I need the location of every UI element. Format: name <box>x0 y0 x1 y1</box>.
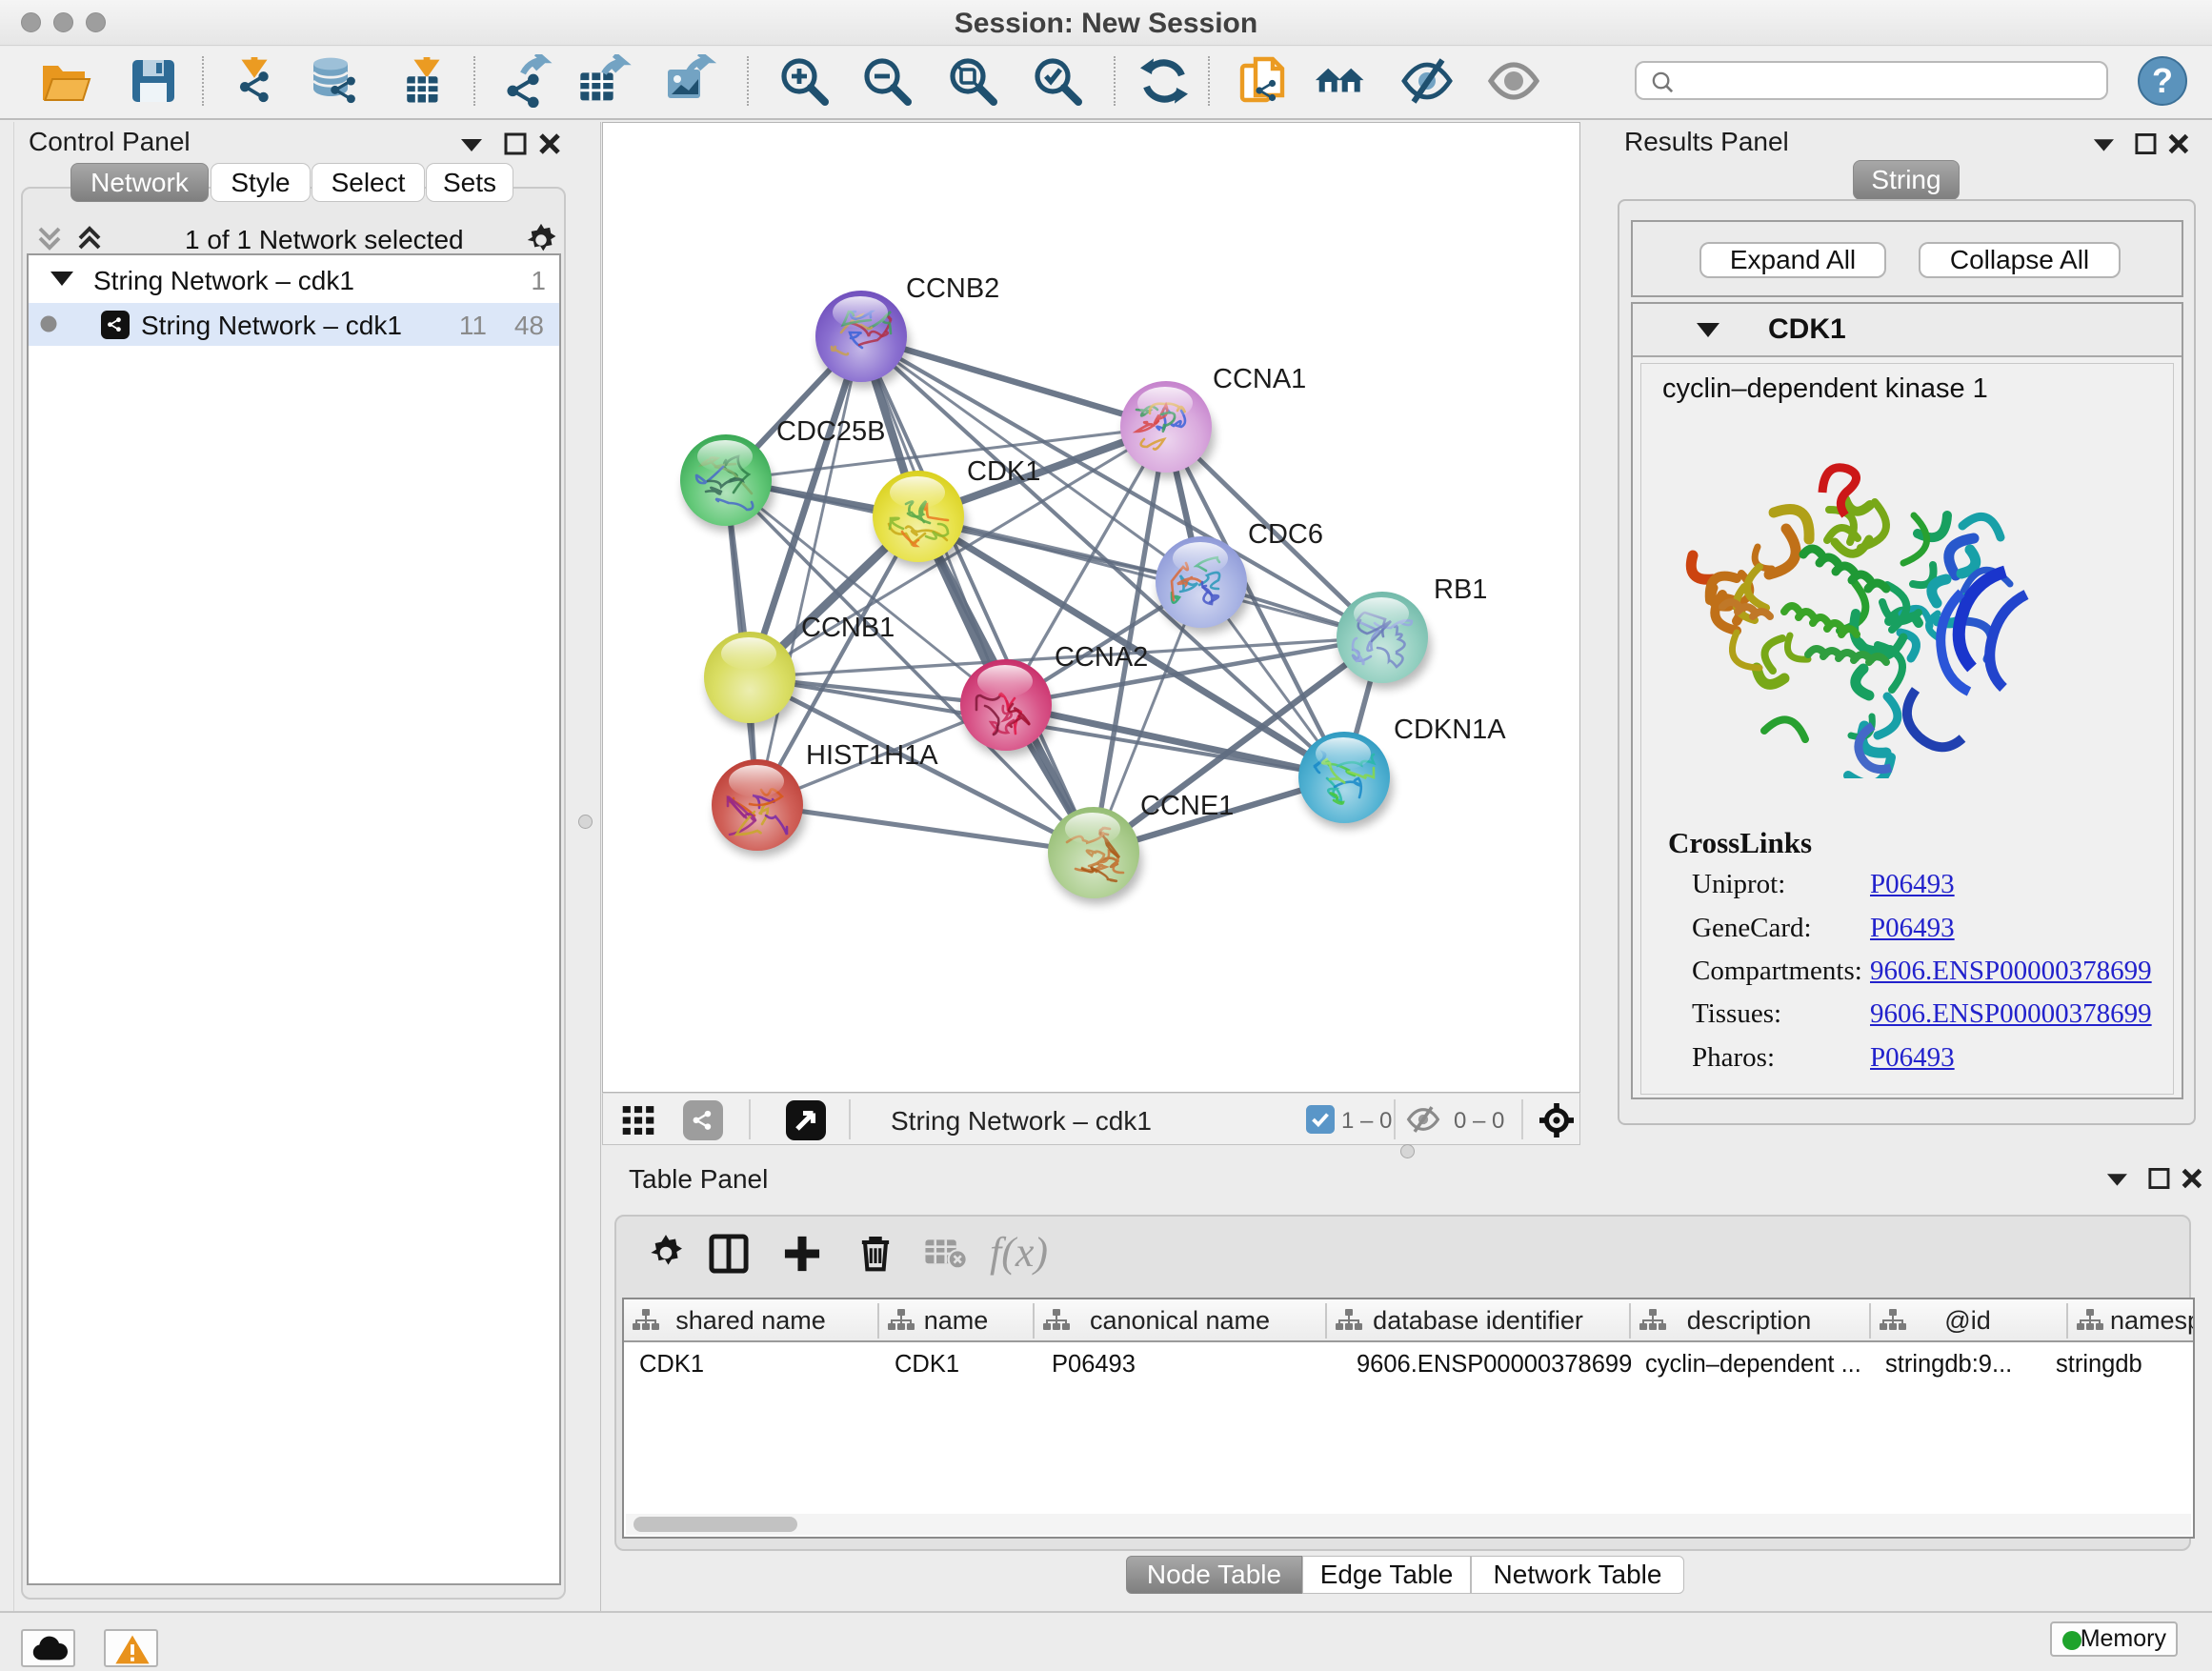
svg-text:CCNA1: CCNA1 <box>1213 364 1306 394</box>
svg-text:RB1: RB1 <box>1434 574 1487 605</box>
svg-text:CCNA2: CCNA2 <box>1055 642 1148 673</box>
svg-text:CDC6: CDC6 <box>1248 519 1323 550</box>
svg-text:CCNE1: CCNE1 <box>1140 791 1234 821</box>
svg-text:CCNB2: CCNB2 <box>906 273 999 304</box>
svg-text:CDK1: CDK1 <box>967 456 1040 487</box>
svg-text:CDC25B: CDC25B <box>776 416 885 447</box>
svg-text:CCNB1: CCNB1 <box>801 613 895 643</box>
svg-text:CDKN1A: CDKN1A <box>1394 715 1506 745</box>
svg-text:HIST1H1A: HIST1H1A <box>806 740 938 771</box>
